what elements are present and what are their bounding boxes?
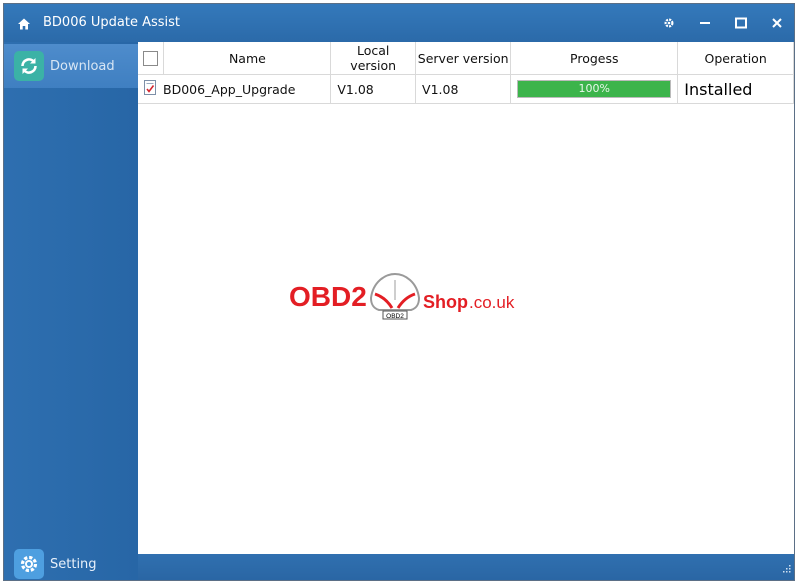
watermark-logo: OBD2 OBD2 Shop .co.uk bbox=[289, 270, 529, 326]
sidebar: Download Setting bbox=[4, 42, 138, 580]
maximize-button[interactable] bbox=[730, 12, 752, 34]
updates-table: Name Local version Server version Proges… bbox=[138, 42, 794, 104]
operation-cell[interactable]: Installed bbox=[677, 74, 794, 104]
column-header-name[interactable]: Name bbox=[163, 42, 332, 75]
column-header-progress[interactable]: Progess bbox=[510, 42, 679, 75]
table-row[interactable]: BD006_App_Upgrade V1.08 V1.08 100% Insta… bbox=[138, 74, 794, 104]
maximize-icon bbox=[735, 17, 747, 29]
refresh-icon bbox=[14, 51, 44, 81]
local-version-cell: V1.08 bbox=[330, 74, 417, 104]
close-button[interactable] bbox=[766, 12, 788, 34]
window-title: BD006 Update Assist bbox=[43, 15, 181, 30]
name-cell: BD006_App_Upgrade bbox=[138, 74, 332, 104]
progress-bar: 100% bbox=[517, 80, 672, 98]
minimize-icon bbox=[700, 22, 710, 24]
close-icon bbox=[772, 18, 782, 28]
gear-icon bbox=[664, 18, 674, 28]
sidebar-item-setting[interactable]: Setting bbox=[4, 542, 138, 580]
select-all-checkbox[interactable] bbox=[143, 51, 159, 66]
column-header-server-version[interactable]: Server version bbox=[415, 42, 512, 75]
progress-cell: 100% bbox=[510, 74, 679, 104]
title-bar: BD006 Update Assist bbox=[4, 4, 794, 42]
resize-grip-icon[interactable] bbox=[783, 558, 791, 577]
svg-text:OBD2: OBD2 bbox=[386, 313, 404, 320]
home-icon[interactable] bbox=[17, 16, 31, 30]
sidebar-item-label: Download bbox=[50, 58, 115, 74]
watermark-brand: OBD2 bbox=[289, 281, 367, 312]
progress-text: 100% bbox=[578, 82, 610, 95]
sidebar-item-download[interactable]: Download bbox=[4, 44, 138, 88]
car-logo-icon: OBD2 bbox=[369, 272, 421, 320]
installed-status: Installed bbox=[684, 79, 753, 99]
watermark-shop: Shop bbox=[423, 292, 468, 312]
select-all-header[interactable] bbox=[138, 42, 165, 75]
settings-button[interactable] bbox=[658, 12, 680, 34]
column-header-operation[interactable]: Operation bbox=[677, 42, 794, 75]
file-icon bbox=[144, 80, 156, 98]
minimize-button[interactable] bbox=[694, 12, 716, 34]
app-name: BD006_App_Upgrade bbox=[163, 81, 296, 97]
gear-icon bbox=[14, 549, 44, 579]
app-window: BD006 Update Assist Download Setting Nam… bbox=[3, 3, 795, 581]
status-bar bbox=[138, 554, 794, 580]
main-content: Name Local version Server version Proges… bbox=[138, 42, 794, 554]
watermark-domain: .co.uk bbox=[469, 293, 515, 312]
sidebar-item-label: Setting bbox=[50, 556, 97, 572]
server-version-cell: V1.08 bbox=[415, 74, 512, 104]
column-header-local-version[interactable]: Local version bbox=[330, 42, 417, 75]
table-header-row: Name Local version Server version Proges… bbox=[138, 42, 794, 75]
